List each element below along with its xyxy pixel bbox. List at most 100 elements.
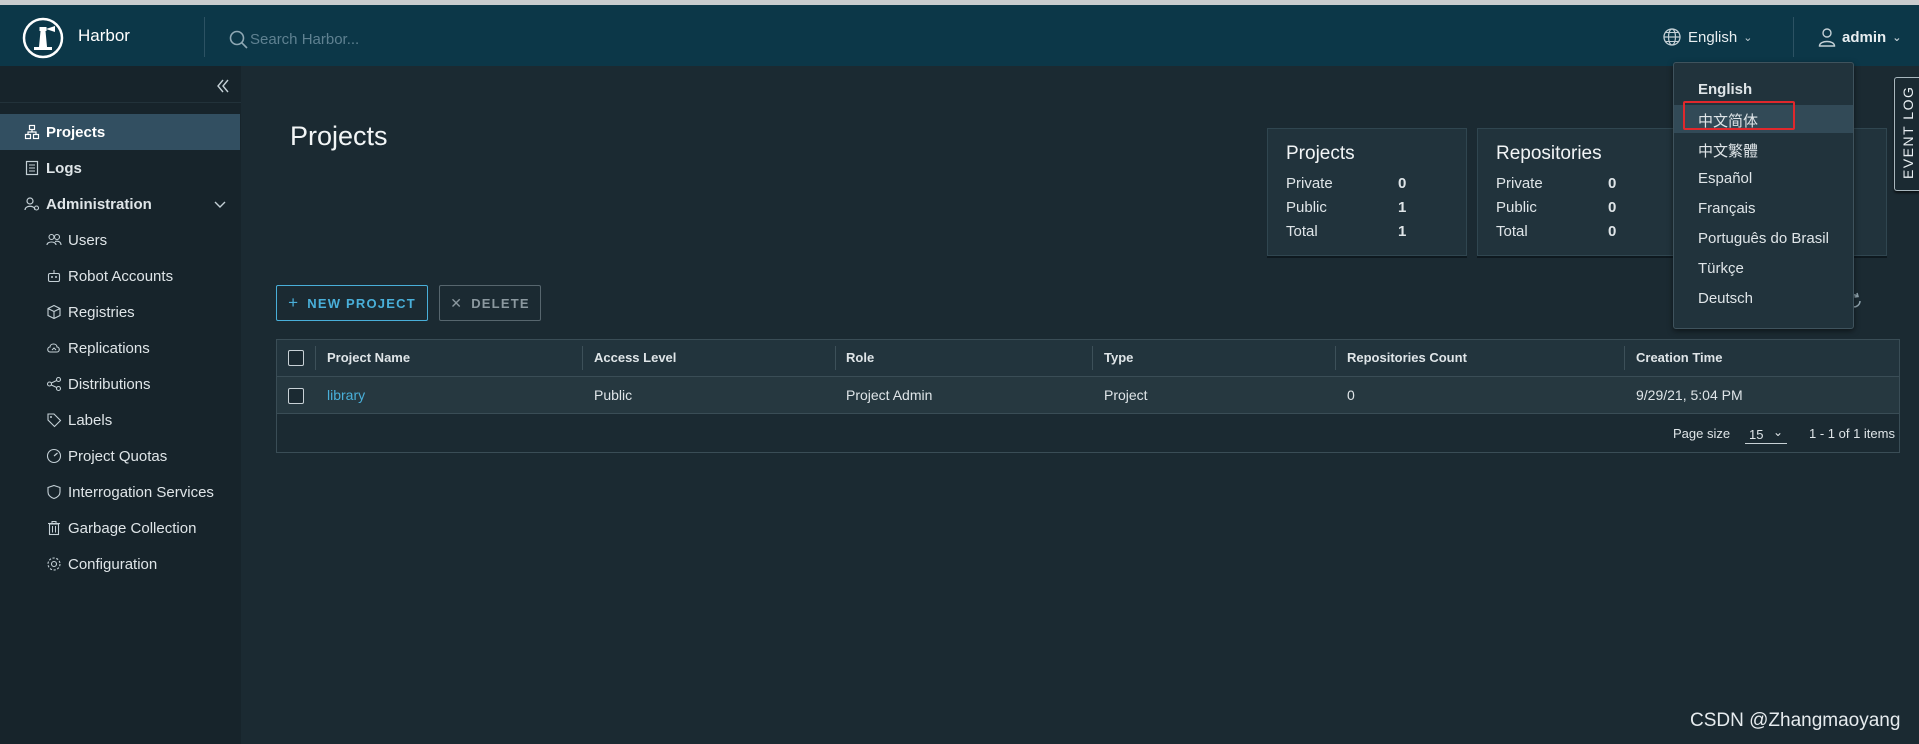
gauge-icon (46, 448, 62, 464)
column-divider[interactable] (1624, 346, 1625, 370)
sidebar-item-garbage-collection[interactable]: Garbage Collection (0, 510, 240, 546)
sidebar-item-interrogation-services[interactable]: Interrogation Services (0, 474, 240, 510)
sidebar-item-users[interactable]: Users (0, 222, 240, 258)
language-option-fr[interactable]: Français (1674, 195, 1853, 223)
column-header-role[interactable]: Role (846, 350, 874, 365)
registries-icon (47, 304, 61, 320)
chevron-down-icon: ⌄ (1743, 31, 1753, 44)
language-option-tr[interactable]: Türkçe (1674, 255, 1853, 283)
page-size-select[interactable]: 15 ⌄ (1745, 423, 1787, 444)
pagination-count: 1 - 1 of 1 items (1809, 426, 1895, 441)
sidebar-item-label: Interrogation Services (68, 483, 214, 501)
top-header: Harbor English ⌄ admin ⌄ (0, 5, 1919, 66)
header-divider (204, 17, 205, 57)
chevron-down-icon: ⌄ (1892, 31, 1902, 44)
column-divider[interactable] (1335, 346, 1336, 370)
page-title: Projects (290, 121, 388, 151)
column-divider[interactable] (582, 346, 583, 370)
sidebar-item-label: Project Quotas (68, 447, 168, 465)
projects-table: Project Name Access Level Role Type Repo… (276, 339, 1900, 453)
creation-time-cell: 9/29/21, 5:04 PM (1636, 387, 1743, 403)
language-selector[interactable]: English ⌄ (1662, 27, 1752, 47)
event-log-label: EVENT LOG (1900, 85, 1916, 179)
chevron-up-icon (214, 201, 226, 208)
sidebar-item-projects[interactable]: Projects (0, 114, 240, 150)
project-name-link[interactable]: library (327, 387, 365, 403)
harbor-logo-icon[interactable] (22, 17, 64, 59)
column-header-repositories-count[interactable]: Repositories Count (1347, 350, 1467, 365)
sidebar-item-label: Users (68, 231, 108, 249)
card-row: Total 0 (1496, 223, 1617, 240)
sidebar-item-label: Logs (46, 159, 82, 177)
card-row: Private 0 (1286, 175, 1407, 192)
column-header-project-name[interactable]: Project Name (327, 350, 410, 365)
sidebar-item-distributions[interactable]: Distributions (0, 366, 240, 402)
replications-icon (47, 343, 60, 353)
sidebar-item-registries[interactable]: Registries (0, 294, 240, 330)
tag-icon (47, 413, 62, 428)
new-project-button[interactable]: + NEW PROJECT (276, 285, 428, 321)
sidebar-item-logs[interactable]: Logs (0, 150, 240, 186)
username: admin (1842, 28, 1887, 46)
card-row: Public 0 (1496, 199, 1617, 216)
column-divider[interactable] (835, 346, 836, 370)
sidebar-item-project-quotas[interactable]: Project Quotas (0, 438, 240, 474)
sidebar-item-label: Administration (46, 195, 152, 213)
card-row: Private 0 (1496, 175, 1617, 192)
column-divider (315, 346, 316, 370)
sidebar-item-administration[interactable]: Administration (0, 186, 240, 222)
column-header-creation-time[interactable]: Creation Time (1636, 350, 1722, 365)
card-row: Total 1 (1286, 223, 1407, 240)
role-cell: Project Admin (846, 387, 933, 403)
logs-icon (25, 160, 39, 176)
sidebar-item-robot-accounts[interactable]: Robot Accounts (0, 258, 240, 294)
language-label: English (1688, 28, 1738, 46)
card-row: Public 1 (1286, 199, 1407, 216)
table-header: Project Name Access Level Role Type Repo… (277, 340, 1899, 377)
language-option-pt-br[interactable]: Português do Brasil (1674, 225, 1853, 253)
collapse-sidebar-icon[interactable] (213, 76, 233, 96)
sidebar-item-labels[interactable]: Labels (0, 402, 240, 438)
column-header-access-level[interactable]: Access Level (594, 350, 676, 365)
sidebar-item-configuration[interactable]: Configuration (0, 546, 240, 582)
trash-icon (48, 521, 60, 536)
user-menu[interactable]: admin ⌄ (1818, 27, 1901, 47)
delete-label: DELETE (471, 295, 530, 311)
delete-button[interactable]: ✕ DELETE (439, 285, 541, 321)
search-icon (229, 30, 248, 49)
language-option-zh-tw[interactable]: 中文繁體 (1674, 135, 1853, 163)
projects-summary-card: Projects Private 0 Public 1 Total 1 (1267, 128, 1467, 256)
select-all-checkbox[interactable] (288, 350, 304, 366)
table-row: library Public Project Admin Project 0 9… (277, 377, 1899, 414)
search-input[interactable] (248, 26, 752, 52)
sidebar-item-replications[interactable]: Replications (0, 330, 240, 366)
sidebar-item-label: Registries (68, 303, 135, 321)
type-cell: Project (1104, 387, 1148, 403)
sidebar-item-label: Replications (68, 339, 150, 357)
sidebar-item-label: Robot Accounts (68, 267, 174, 285)
sidebar-item-label: Configuration (68, 555, 158, 573)
watermark: CSDN @Zhangmaoyang (1690, 710, 1901, 731)
sidebar-item-label: Labels (68, 411, 113, 429)
sidebar-item-label: Garbage Collection (68, 519, 197, 537)
users-icon (46, 233, 62, 246)
card-title: Projects (1286, 143, 1355, 164)
row-checkbox[interactable] (288, 388, 304, 404)
user-icon (1818, 28, 1836, 47)
table-footer: Page size 15 ⌄ 1 - 1 of 1 items (277, 414, 1899, 452)
share-icon (46, 376, 62, 392)
language-option-de[interactable]: Deutsch (1674, 285, 1853, 313)
sidebar-item-label: Projects (46, 123, 106, 141)
column-header-type[interactable]: Type (1104, 350, 1133, 365)
new-project-label: NEW PROJECT (307, 295, 416, 311)
projects-icon (24, 124, 40, 140)
brand-name[interactable]: Harbor (78, 26, 130, 46)
language-option-english[interactable]: English (1674, 76, 1853, 104)
shield-icon (47, 484, 61, 500)
column-divider[interactable] (1092, 346, 1093, 370)
event-log-tab[interactable]: EVENT LOG (1894, 77, 1919, 191)
sidebar-item-label: Distributions (68, 375, 151, 393)
annotation-highlight-box (1683, 101, 1795, 130)
administration-icon (24, 197, 40, 211)
language-option-es[interactable]: Español (1674, 165, 1853, 193)
